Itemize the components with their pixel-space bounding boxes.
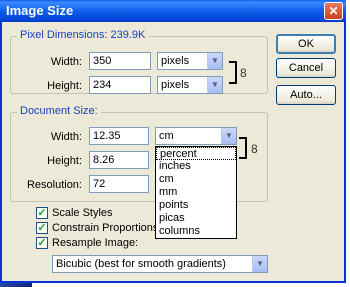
pixel-height-field[interactable]: 234 — [89, 76, 151, 94]
resolution-label: Resolution: — [26, 179, 82, 191]
unit-option-mm[interactable]: mm — [156, 186, 236, 199]
doc-height-label: Height: — [47, 155, 82, 167]
pixel-height-label: Height: — [47, 80, 82, 92]
ok-button[interactable]: OK — [276, 34, 336, 54]
resample-method-value: Bicubic (best for smooth gradients) — [56, 258, 226, 270]
title-bar[interactable]: Image Size ✕ — [0, 0, 346, 22]
pixel-height-unit-value: pixels — [161, 79, 190, 91]
pixel-width-unit-value: pixels — [161, 55, 190, 67]
unit-option-picas[interactable]: picas — [156, 212, 236, 225]
resample-image-checkbox[interactable]: ✓ — [36, 237, 48, 249]
resolution-field[interactable]: 72 — [89, 175, 149, 193]
pixel-height-unit-select[interactable]: pixels ▼ — [157, 76, 223, 94]
resample-image-label[interactable]: Resample Image: — [52, 237, 138, 249]
pixel-width-label: Width: — [50, 56, 82, 68]
pixel-dimensions-label: Pixel Dimensions: 239.9K — [17, 29, 149, 41]
doc-width-label: Width: — [50, 131, 82, 143]
chevron-down-icon[interactable]: ▼ — [221, 128, 236, 144]
constrain-bracket — [229, 61, 237, 84]
unit-option-cm[interactable]: cm — [156, 173, 236, 186]
resample-method-select[interactable]: Bicubic (best for smooth gradients) ▼ — [52, 255, 268, 273]
scale-styles-label[interactable]: Scale Styles — [52, 207, 113, 219]
dialog-title: Image Size — [6, 3, 74, 18]
chevron-down-icon[interactable]: ▼ — [207, 53, 222, 69]
unit-option-inches[interactable]: inches — [156, 160, 236, 173]
chevron-down-icon[interactable]: ▼ — [207, 77, 222, 93]
unit-option-points[interactable]: points — [156, 199, 236, 212]
doc-width-unit-select[interactable]: cm ▼ — [155, 127, 237, 145]
doc-width-unit-value: cm — [159, 130, 174, 142]
cancel-button[interactable]: Cancel — [276, 58, 336, 78]
constrain-proportions-checkbox[interactable]: ✓ — [36, 222, 48, 234]
image-size-dialog: Image Size ✕ Pixel Dimensions: 239.9K Wi… — [0, 0, 346, 283]
pixel-width-unit-select[interactable]: pixels ▼ — [157, 52, 223, 70]
doc-width-field[interactable]: 12.35 — [89, 127, 149, 145]
unit-option-columns[interactable]: columns — [156, 225, 236, 238]
doc-chain-link-icon: 8 — [251, 142, 258, 156]
chevron-down-icon[interactable]: ▼ — [252, 256, 267, 272]
doc-height-field[interactable]: 8.26 — [89, 151, 149, 169]
document-size-label: Document Size: — [17, 105, 101, 117]
close-button[interactable]: ✕ — [324, 2, 343, 20]
doc-constrain-bracket — [239, 137, 247, 159]
constrain-proportions-label[interactable]: Constrain Proportions — [52, 222, 158, 234]
auto-button[interactable]: Auto... — [276, 85, 336, 105]
scale-styles-checkbox[interactable]: ✓ — [36, 207, 48, 219]
unit-dropdown-list: percent inches cm mm points picas column… — [155, 146, 237, 239]
chain-link-icon: 8 — [240, 66, 247, 80]
unit-option-percent[interactable]: percent — [156, 147, 236, 160]
pixel-width-field[interactable]: 350 — [89, 52, 151, 70]
